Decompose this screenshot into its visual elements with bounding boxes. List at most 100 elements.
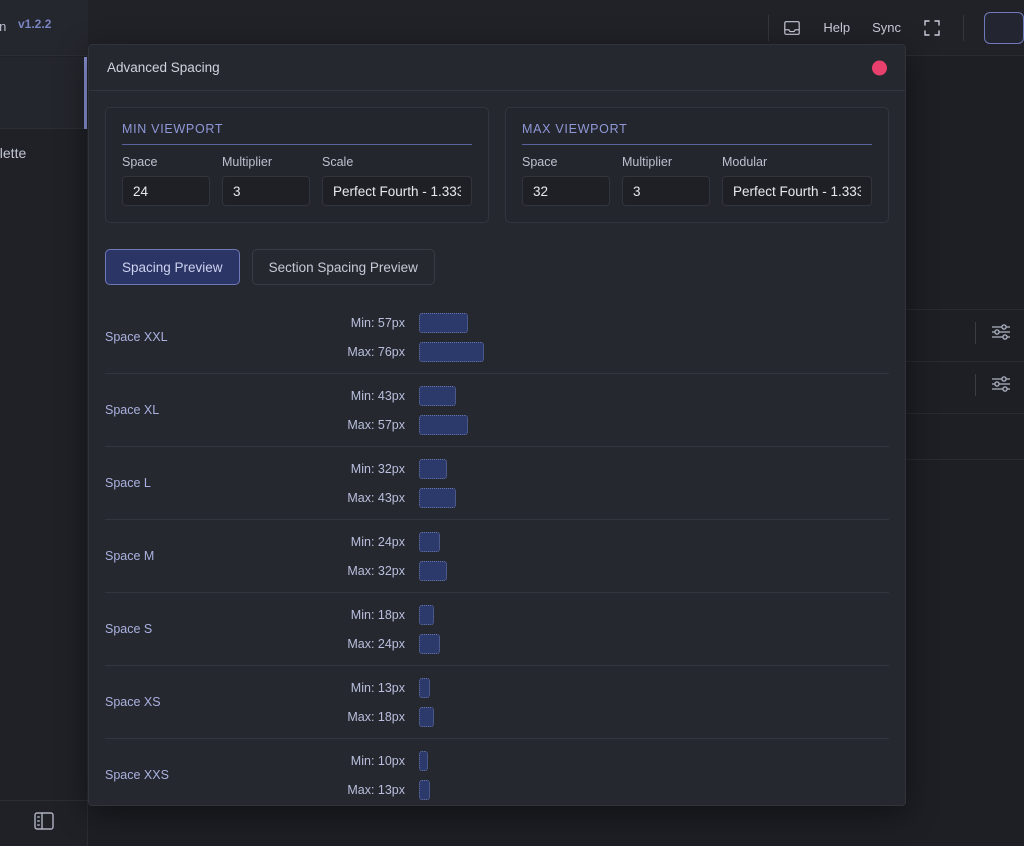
sidebar-item-palette[interactable]: alette [0,145,26,161]
advanced-spacing-modal: Advanced Spacing MIN VIEWPORT Space Mult… [88,44,906,806]
spacing-min-bar [419,385,456,406]
min-space-field-group: Space [122,155,210,206]
spacing-row-values: Min: 18px Max: 24px [310,600,889,658]
spacing-row: Space M Min: 24px Max: 32px [105,520,889,593]
spacing-max-bar [419,560,447,581]
spacing-min-label: Min: 57px [350,315,405,330]
spacing-min-bar [419,458,447,479]
max-viewport-card: MAX VIEWPORT Space Multiplier Modular [505,107,889,223]
spacing-max-label: Max: 57px [347,417,405,432]
spacing-max-label: Max: 18px [347,709,405,724]
spacing-min-label: Min: 24px [350,534,405,549]
max-multiplier-label: Multiplier [622,155,673,169]
spacing-min-label: Min: 32px [350,461,405,476]
spacing-max-label: Max: 76px [347,344,405,359]
spacing-row: Space S Min: 18px Max: 24px [105,593,889,666]
spacing-row: Space XXS Min: 10px Max: 13px [105,739,889,805]
spacing-row-values: Min: 57px Max: 76px [310,308,889,366]
max-multiplier-input[interactable] [622,176,710,206]
spacing-row: Space L Min: 32px Max: 43px [105,447,889,520]
sliders-icon[interactable] [990,322,1012,342]
max-space-field-group: Space [522,155,610,206]
preview-tabs: Spacing Preview Section Spacing Preview [105,249,889,285]
spacing-max-label: Max: 32px [347,563,405,578]
spacing-max-bar [419,779,431,800]
spacing-min-bar [419,604,435,625]
min-viewport-card: MIN VIEWPORT Space Multiplier Scale [105,107,489,223]
spacing-min-bar [419,531,440,552]
spacing-min-label: Min: 13px [350,680,405,695]
tab-spacing-preview[interactable]: Spacing Preview [105,249,240,285]
close-icon[interactable] [872,60,887,75]
spacing-row-values: Min: 10px Max: 13px [310,746,889,804]
spacing-row-name: Space M [105,549,155,563]
fullscreen-icon[interactable] [923,19,941,37]
spacing-max-bar [419,633,440,654]
min-viewport-label: MIN VIEWPORT [122,122,472,145]
sidebar-footer [0,800,88,846]
panel-toggle-icon[interactable] [34,812,54,835]
spacing-max-label: Max: 13px [347,782,405,797]
min-scale-label: Scale [322,155,354,169]
spacing-max-bar [419,706,435,727]
spacing-max-label: Max: 24px [347,636,405,651]
spacing-row-name: Space L [105,476,151,490]
spacing-row-name: Space S [105,622,153,636]
row-divider [975,374,976,396]
sliders-icon[interactable] [990,374,1012,394]
spacing-min-bar [419,312,469,333]
help-button[interactable]: Help [823,20,850,35]
max-modular-field-group: Modular [722,155,872,206]
spacing-row: Space XXL Min: 57px Max: 76px [105,301,889,374]
spacing-row-values: Min: 43px Max: 57px [310,381,889,439]
spacing-max-bar [419,414,469,435]
spacing-row-name: Space XL [105,403,160,417]
sidebar-header: in v1.2.2 [0,0,88,56]
plugin-name: in [0,19,7,34]
spacing-min-label: Min: 18px [350,607,405,622]
page-title: Advanced Spacing [107,60,220,75]
spacing-max-label: Max: 43px [347,490,405,505]
min-multiplier-input[interactable] [222,176,310,206]
spacing-row: Space XS Min: 13px Max: 18px [105,666,889,739]
topbar-action-button[interactable] [984,11,1024,44]
spacing-row-values: Min: 32px Max: 43px [310,454,889,512]
max-multiplier-field-group: Multiplier [622,155,710,206]
spacing-row-name: Space XXL [105,330,168,344]
modal-header: Advanced Spacing [89,45,905,91]
topbar-divider [768,14,770,41]
viewport-settings: MIN VIEWPORT Space Multiplier Scale [105,107,889,223]
spacing-row-name: Space XXS [105,768,169,782]
spacing-max-bar [419,341,485,362]
min-space-input[interactable] [122,176,210,206]
min-multiplier-label: Multiplier [222,155,273,169]
spacing-preview-list: Space XXL Min: 57px Max: 76px Space XL Min: … [105,301,889,805]
spacing-min-bar [419,750,428,771]
tab-section-spacing-preview[interactable]: Section Spacing Preview [251,249,435,285]
max-space-input[interactable] [522,176,610,206]
spacing-max-bar [419,487,456,508]
modal-body: MIN VIEWPORT Space Multiplier Scale [89,91,905,805]
spacing-row-name: Space XS [105,695,161,709]
app-root: in v1.2.2 alette [0,0,1024,846]
topbar-divider-2 [963,14,964,41]
sync-button[interactable]: Sync [872,20,901,35]
max-space-label: Space [522,155,558,169]
max-modular-label: Modular [722,155,768,169]
plugin-version: v1.2.2 [18,17,52,31]
min-scale-select[interactable] [322,176,472,206]
row-divider [975,322,976,344]
min-scale-field-group: Scale [322,155,472,206]
sidebar-active-marker [84,57,87,129]
left-sidebar: in v1.2.2 alette [0,0,88,846]
inbox-icon[interactable] [783,19,801,37]
max-modular-select[interactable] [722,176,872,206]
spacing-row-values: Min: 13px Max: 18px [310,673,889,731]
min-multiplier-field-group: Multiplier [222,155,310,206]
min-space-label: Space [122,155,158,169]
spacing-min-bar [419,677,431,698]
spacing-row-values: Min: 24px Max: 32px [310,527,889,585]
max-viewport-label: MAX VIEWPORT [522,122,872,145]
sidebar-item-active[interactable] [0,57,88,129]
spacing-min-label: Min: 43px [350,388,405,403]
